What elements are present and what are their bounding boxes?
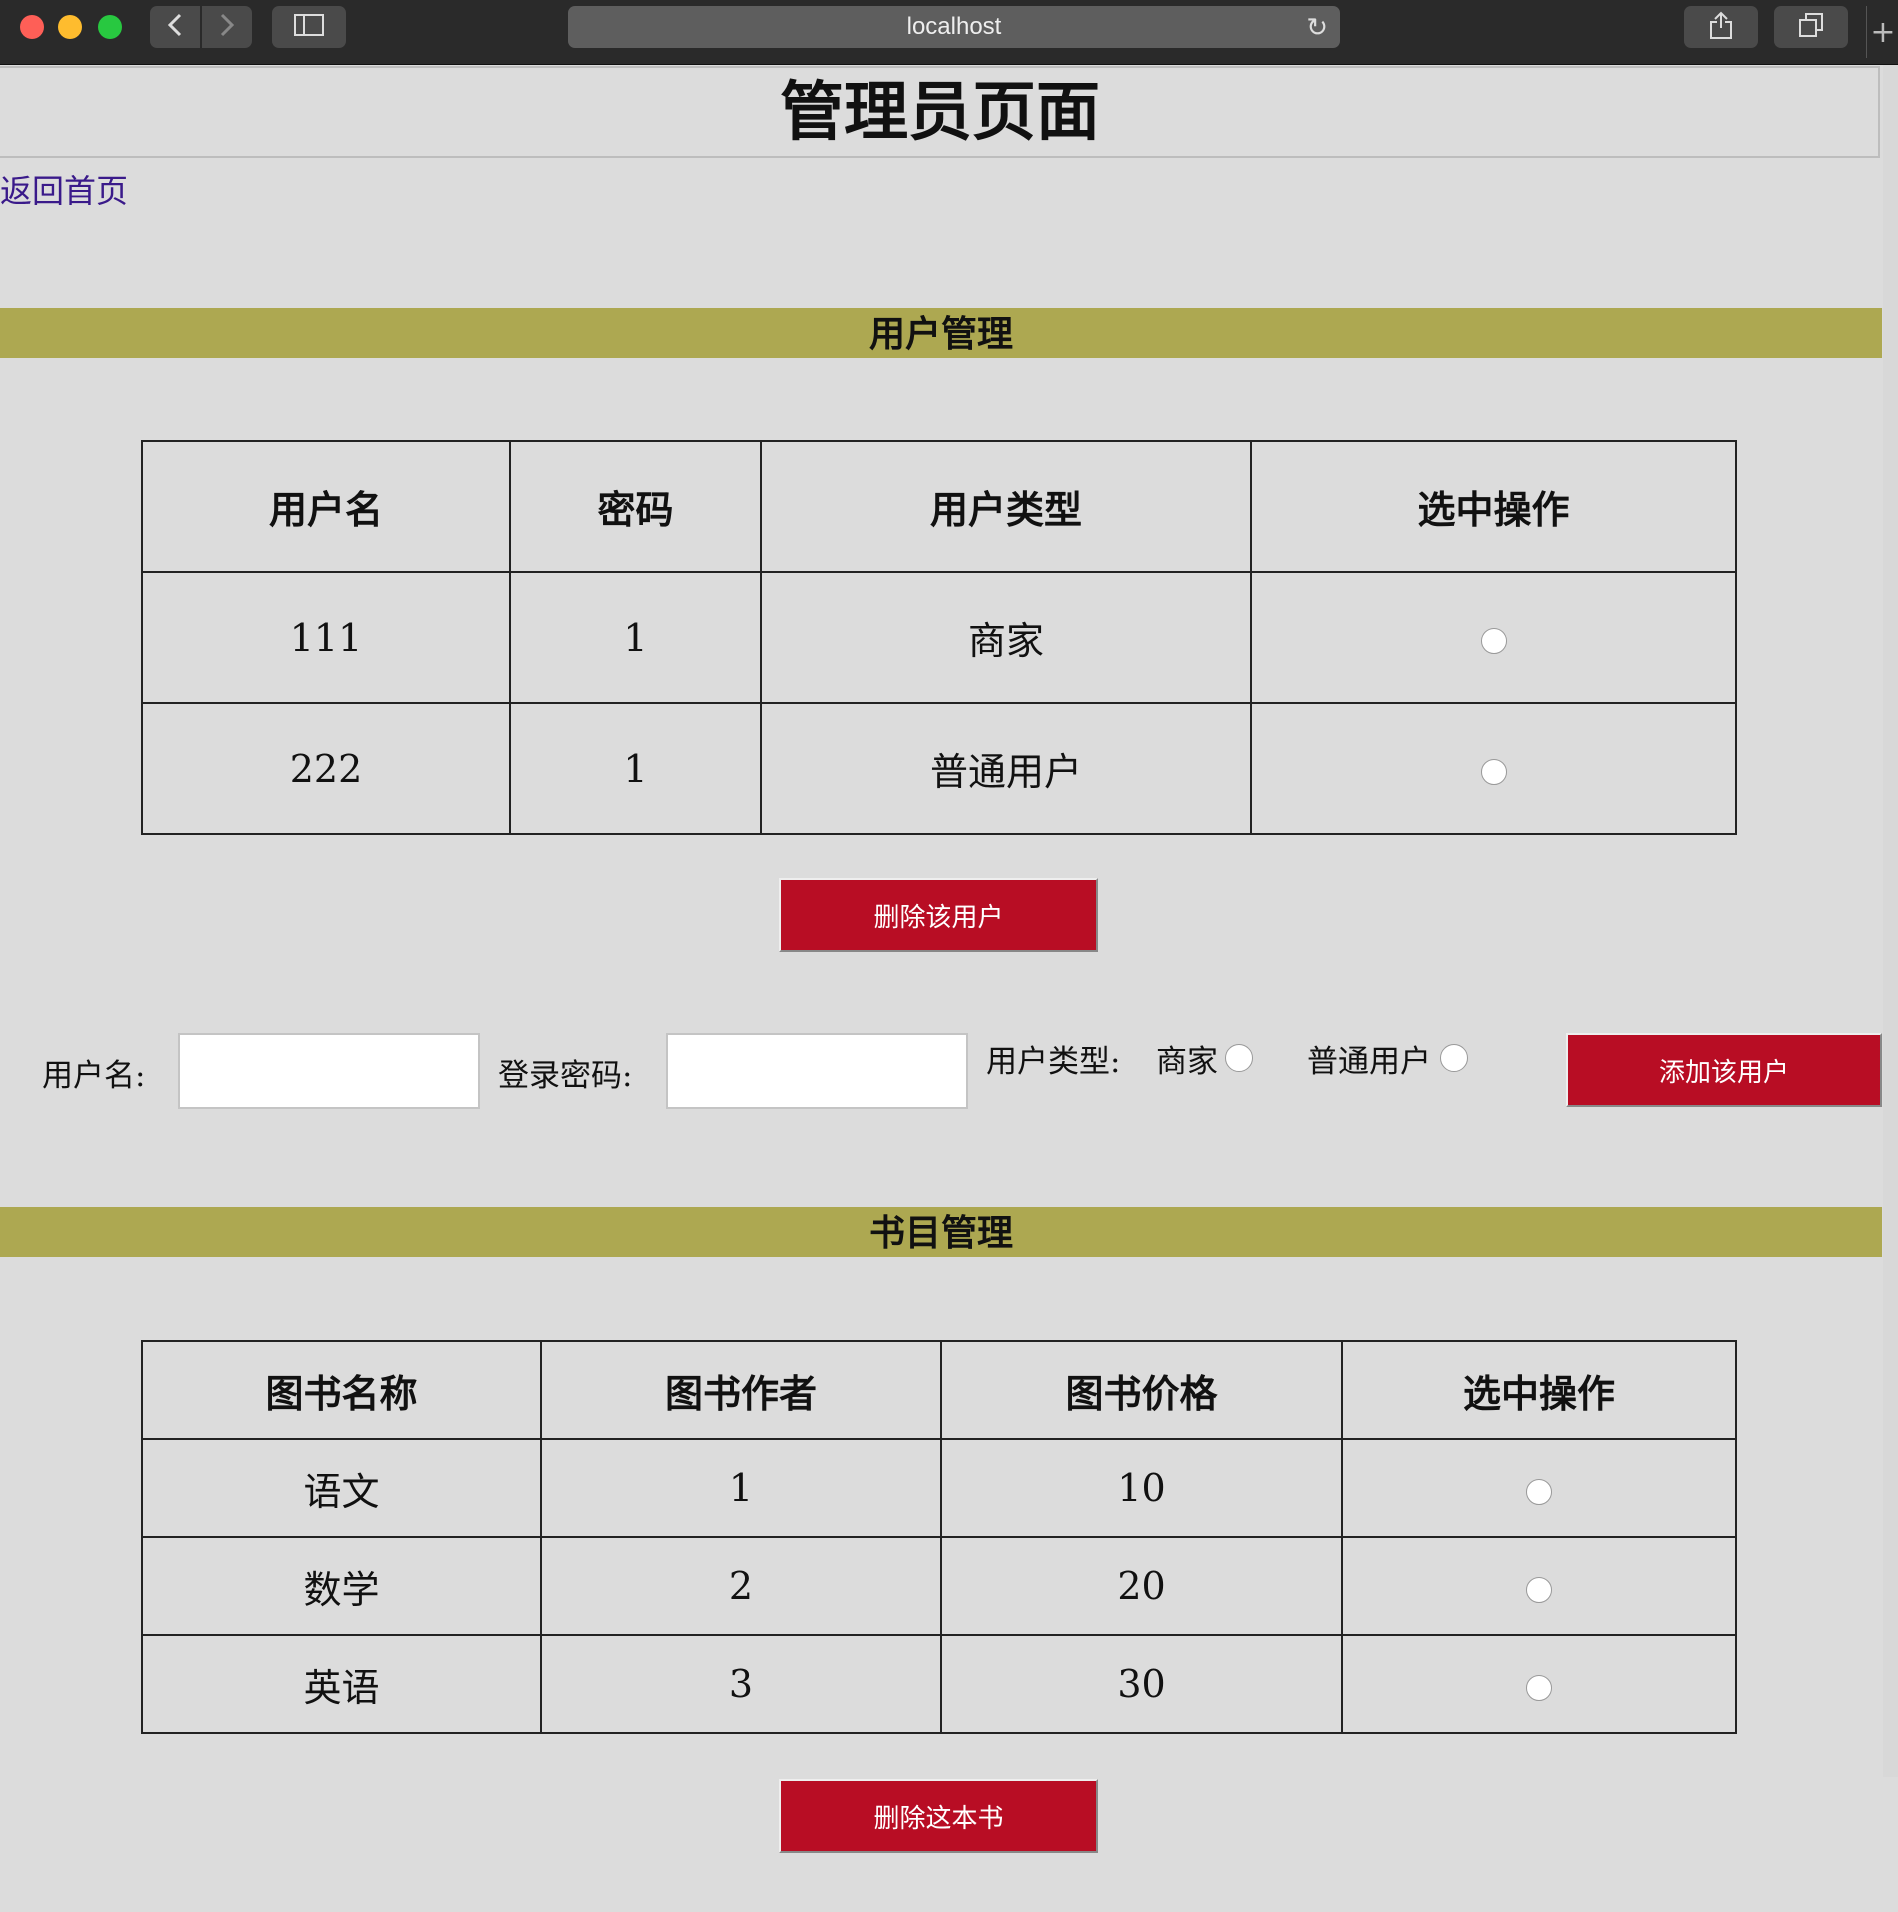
minimize-window-button[interactable] (58, 15, 82, 39)
nav-buttons (150, 6, 252, 48)
user-type-cell: 普通用户 (760, 702, 1252, 835)
select-book-radio[interactable] (1526, 1674, 1552, 1701)
select-user-radio[interactable] (1480, 759, 1507, 785)
password-input[interactable] (666, 1033, 968, 1109)
username-input[interactable] (178, 1033, 480, 1109)
column-header-user-type: 用户类型 (760, 440, 1252, 573)
delete-user-button[interactable]: 删除该用户 (779, 878, 1098, 952)
select-cell (1250, 571, 1737, 704)
type-option-merchant-label: 商家 (1156, 1044, 1218, 1080)
book-price-cell: 10 (940, 1438, 1343, 1538)
column-header-book-name: 图书名称 (141, 1340, 542, 1440)
forward-button[interactable] (202, 6, 252, 48)
back-button[interactable] (150, 6, 200, 48)
username-cell: 111 (141, 571, 511, 704)
forward-icon (218, 12, 236, 42)
column-header-username: 用户名 (141, 440, 511, 573)
username-cell: 222 (141, 702, 511, 835)
scrollbar[interactable] (1883, 65, 1898, 1777)
back-icon (166, 12, 184, 42)
type-option-regular-radio[interactable] (1440, 1044, 1468, 1072)
delete-book-button[interactable]: 删除这本书 (779, 1779, 1098, 1853)
column-header-book-price: 图书价格 (940, 1340, 1343, 1440)
select-cell (1341, 1536, 1737, 1636)
close-window-button[interactable] (20, 15, 44, 39)
table-header-row: 用户名 密码 用户类型 选中操作 (141, 440, 1737, 573)
reload-icon[interactable]: ↻ (1306, 13, 1328, 43)
tabs-icon (1798, 12, 1824, 42)
user-type-cell: 商家 (760, 571, 1252, 704)
browser-toolbar: localhost ↻ + (0, 0, 1898, 65)
book-price-cell: 30 (940, 1634, 1343, 1734)
password-label: 登录密码: (498, 1058, 633, 1094)
user-section-heading: 用户管理 (0, 308, 1882, 358)
sidebar-icon (294, 14, 324, 40)
home-link[interactable]: 返回首页 (0, 166, 128, 212)
book-name-cell: 语文 (141, 1438, 542, 1538)
book-author-cell: 1 (540, 1438, 942, 1538)
password-cell: 1 (509, 702, 762, 835)
select-book-radio[interactable] (1526, 1576, 1552, 1603)
sidebar-button[interactable] (272, 6, 346, 48)
tab-overview-button[interactable] (1774, 6, 1848, 48)
share-icon (1709, 10, 1733, 44)
table-row: 111 1 商家 (141, 571, 1737, 704)
table-row: 语文 1 10 (141, 1438, 1737, 1538)
type-option-merchant-radio[interactable] (1225, 1044, 1253, 1072)
type-option-regular-label: 普通用户 (1307, 1044, 1431, 1080)
add-user-button[interactable]: 添加该用户 (1566, 1033, 1882, 1107)
table-row: 英语 3 30 (141, 1634, 1737, 1734)
page-title: 管理员页面 (780, 75, 1100, 150)
select-user-radio[interactable] (1480, 628, 1507, 654)
book-section-heading: 书目管理 (0, 1207, 1882, 1257)
column-header-select: 选中操作 (1250, 440, 1737, 573)
username-label: 用户名: (42, 1058, 146, 1094)
book-price-cell: 20 (940, 1536, 1343, 1636)
table-row: 数学 2 20 (141, 1536, 1737, 1636)
table-header-row: 图书名称 图书作者 图书价格 选中操作 (141, 1340, 1737, 1440)
select-cell (1250, 702, 1737, 835)
new-tab-icon[interactable]: + (1866, 6, 1898, 58)
user-table: 用户名 密码 用户类型 选中操作 111 1 商家 222 1 普通用户 (141, 440, 1737, 835)
book-name-cell: 数学 (141, 1536, 542, 1636)
user-type-label: 用户类型: (986, 1044, 1121, 1080)
share-button[interactable] (1684, 6, 1758, 48)
address-bar[interactable]: localhost ↻ (568, 6, 1340, 48)
book-name-cell: 英语 (141, 1634, 542, 1734)
select-book-radio[interactable] (1526, 1478, 1552, 1505)
column-header-select: 选中操作 (1341, 1340, 1737, 1440)
select-cell (1341, 1634, 1737, 1734)
column-header-password: 密码 (509, 440, 762, 573)
book-author-cell: 2 (540, 1536, 942, 1636)
select-cell (1341, 1438, 1737, 1538)
page-header: 管理员页面 (0, 66, 1880, 158)
column-header-book-author: 图书作者 (540, 1340, 942, 1440)
book-author-cell: 3 (540, 1634, 942, 1734)
book-table: 图书名称 图书作者 图书价格 选中操作 语文 1 10 数学 2 20 英语 3… (141, 1340, 1737, 1734)
zoom-window-button[interactable] (98, 15, 122, 39)
password-cell: 1 (509, 571, 762, 704)
table-row: 222 1 普通用户 (141, 702, 1737, 835)
url-text: localhost (906, 13, 1002, 40)
